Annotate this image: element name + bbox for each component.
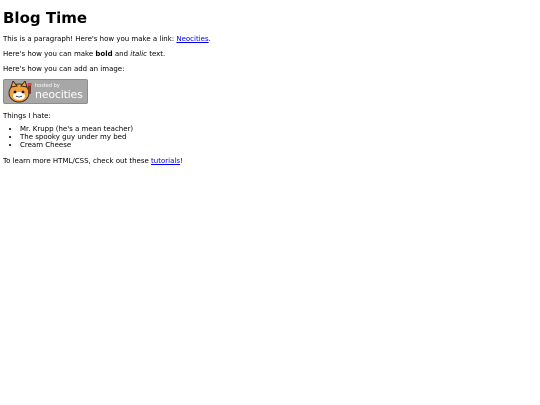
paragraph-link-end: .: [208, 35, 211, 43]
neocities-cat-icon: [6, 81, 33, 103]
formatting-text-middle: and: [112, 50, 131, 58]
list-item: Cream Cheese: [20, 141, 133, 149]
list-item: The spooky guy under my bed: [20, 133, 133, 141]
paragraph-tutorials: To learn more HTML/CSS, check out these …: [3, 157, 183, 166]
neocities-link[interactable]: Neocities: [176, 35, 208, 43]
hosted-by-neocities-badge: hosted by neocities: [3, 79, 88, 104]
formatting-text-after: text.: [146, 50, 166, 58]
paragraph-things-i-hate: Things I hate:: [3, 112, 51, 120]
badge-neocities-text: neocities: [35, 88, 83, 101]
formatting-text-before: Here's how you can make: [3, 50, 96, 58]
paragraph-formatting: Here's how you can make bold and italic …: [3, 50, 165, 59]
tutorials-text-after: !: [179, 157, 183, 165]
page-title: Blog Time: [3, 9, 88, 27]
paragraph-image-intro: Here's how you can add an image:: [3, 65, 125, 73]
paragraph-link-text: This is a paragraph! Here's how you make…: [3, 35, 177, 43]
tutorials-text-before: To learn more HTML/CSS, check out these: [3, 157, 152, 165]
list-item: Mr. Krupp (he's a mean teacher): [20, 125, 133, 133]
hates-list: Mr. Krupp (he's a mean teacher) The spoo…: [3, 125, 133, 149]
bold-text: bold: [95, 50, 113, 58]
tutorials-link[interactable]: tutorials: [151, 157, 180, 165]
italic-text: italic: [130, 50, 147, 58]
paragraph-link: This is a paragraph! Here's how you make…: [3, 35, 211, 44]
